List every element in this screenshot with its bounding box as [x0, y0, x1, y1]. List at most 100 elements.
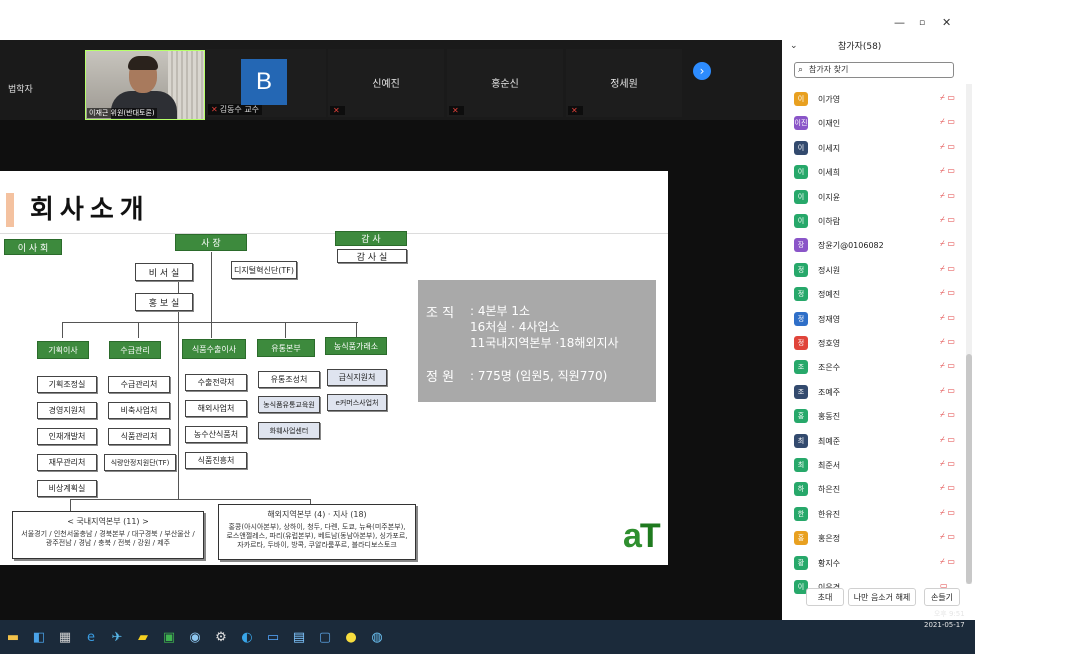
- raise-hand-button[interactable]: 손들기: [924, 588, 960, 606]
- edge-icon[interactable]: e: [82, 628, 100, 646]
- title-accent: [6, 193, 14, 227]
- kakaotalk-icon[interactable]: ●: [342, 628, 360, 646]
- participant-row[interactable]: 이 이가영 ⌿ ▭: [794, 90, 955, 112]
- mic-camera-muted-icon[interactable]: ⌿ ▭: [940, 142, 955, 152]
- video-tile-name: 신예진: [372, 79, 400, 90]
- participant-name: 이하람: [818, 217, 841, 226]
- avatar: 홍: [794, 531, 808, 546]
- org-line-3: 11국내지역본부 ·18해외지사: [470, 336, 619, 350]
- window-icon[interactable]: ▢: [316, 628, 334, 646]
- invite-button[interactable]: 초대: [806, 588, 844, 606]
- mic-camera-muted-icon[interactable]: ⌿ ▭: [940, 288, 955, 298]
- twitter-icon[interactable]: ✈: [108, 628, 126, 646]
- org-dept: 비축사업처: [108, 402, 170, 419]
- participant-row[interactable]: 정 정호영 ⌿ ▭: [794, 334, 955, 356]
- mic-camera-muted-icon[interactable]: ⌿ ▭: [940, 166, 955, 176]
- participant-row[interactable]: 조 조은수 ⌿ ▭: [794, 358, 955, 380]
- participant-row[interactable]: 하 하은진 ⌿ ▭: [794, 480, 955, 502]
- slide-title: 회사소개: [30, 195, 150, 225]
- participant-row[interactable]: 조 조예주 ⌿ ▭: [794, 383, 955, 405]
- participant-row[interactable]: 정 정시원 ⌿ ▭: [794, 261, 955, 283]
- participant-row[interactable]: 이 이하람 ⌿ ▭: [794, 212, 955, 234]
- video-tile-speaker[interactable]: 이재근 위원(반대토론): [85, 50, 205, 120]
- restore-icon[interactable]: ▫: [919, 18, 925, 28]
- video-tile-name: 정세원: [610, 79, 638, 90]
- hdd-icon[interactable]: ◉: [186, 628, 204, 646]
- mic-camera-muted-icon[interactable]: ⌿ ▭: [940, 557, 955, 567]
- video-tile-3[interactable]: 신예진 ✕: [328, 49, 444, 117]
- title-divider: [0, 233, 668, 234]
- participant-row[interactable]: 이진 이재인 ⌿ ▭: [794, 114, 955, 136]
- shared-slide: 회사소개 이 사 회 사 장 감 사 감 사 실 비 서 실 디지털혁신단(TF…: [0, 171, 668, 565]
- unmute-self-button[interactable]: 나만 음소거 해제: [848, 588, 916, 606]
- participant-name: 하은진: [818, 485, 841, 495]
- org-dept: 재무관리처: [37, 454, 97, 471]
- org-line-2: 16처실 · 4사업소: [470, 320, 560, 334]
- video-tile-5[interactable]: 정세원 ✕: [566, 49, 682, 117]
- folder-icon[interactable]: ▬: [4, 628, 22, 646]
- staff-label: 정 원: [426, 370, 455, 385]
- avatar: 정: [794, 336, 808, 350]
- overseas-title: 해외지역본부 (4) · 지사 (18): [267, 510, 367, 519]
- participant-row[interactable]: 최 최준서 ⌿ ▭: [794, 456, 955, 478]
- search-icon: ⌕: [798, 65, 804, 75]
- mic-camera-muted-icon[interactable]: ⌿ ▭: [940, 361, 955, 371]
- settings-gear-icon[interactable]: ⚙: [212, 628, 230, 646]
- participant-row[interactable]: 정 정예진 ⌿ ▭: [794, 285, 955, 307]
- scrollbar[interactable]: [966, 84, 972, 584]
- video-app-icon[interactable]: ▤: [290, 628, 308, 646]
- org-line: [70, 499, 71, 511]
- breakout-label: 법학자: [8, 85, 33, 95]
- search-input[interactable]: ⌕ 참가자 찾기: [794, 62, 954, 78]
- mic-camera-muted-icon[interactable]: ⌿ ▭: [940, 532, 955, 542]
- mic-camera-muted-icon[interactable]: ⌿ ▭: [940, 239, 955, 249]
- org-division: 수급관리: [109, 341, 161, 359]
- participant-name: 홍은정: [818, 534, 841, 544]
- mic-camera-muted-icon[interactable]: ⌿ ▭: [940, 508, 955, 518]
- participant-row[interactable]: 장 장윤기@0106082 ⌿ ▭: [794, 236, 955, 258]
- browser-icon[interactable]: ◐: [238, 628, 256, 646]
- mic-camera-muted-icon[interactable]: ⌿ ▭: [940, 215, 955, 225]
- close-icon[interactable]: ✕: [942, 16, 951, 29]
- mic-camera-muted-icon[interactable]: ⌿ ▭: [940, 191, 955, 201]
- participant-row[interactable]: 한 한유진 ⌿ ▭: [794, 505, 955, 527]
- mic-camera-muted-icon[interactable]: ⌿ ▭: [940, 435, 955, 445]
- store-icon[interactable]: ◧: [30, 628, 48, 646]
- mic-camera-muted-icon[interactable]: ⌿ ▭: [940, 337, 955, 347]
- calculator-icon[interactable]: ▦: [56, 628, 74, 646]
- mic-camera-muted-icon[interactable]: ⌿ ▭: [940, 313, 955, 323]
- org-division: 기획이사: [37, 341, 89, 359]
- mic-camera-muted-icon[interactable]: ⌿ ▭: [940, 459, 955, 469]
- participant-name: 한유진: [818, 509, 841, 519]
- participant-row[interactable]: 홍 홍은정 ⌿ ▭: [794, 529, 955, 551]
- photo-icon[interactable]: ▣: [160, 628, 178, 646]
- participant-row[interactable]: 홍 홍동진 ⌿ ▭: [794, 407, 955, 429]
- org-line-1: : 4본부 1소: [470, 304, 531, 318]
- participant-row[interactable]: 이 이세지 ⌿ ▭: [794, 139, 955, 161]
- participant-row[interactable]: 이 이세희 ⌿ ▭: [794, 163, 955, 185]
- mic-camera-muted-icon[interactable]: ⌿ ▭: [940, 483, 955, 493]
- chat-icon[interactable]: ◍: [368, 628, 386, 646]
- mic-camera-muted-icon[interactable]: ⌿ ▭: [940, 264, 955, 274]
- next-page-button[interactable]: ›: [693, 62, 711, 80]
- scrollbar-thumb[interactable]: [966, 354, 972, 584]
- participant-row[interactable]: 황 황지수 ⌿ ▭: [794, 554, 955, 576]
- mic-camera-muted-icon[interactable]: ⌿ ▭: [940, 386, 955, 396]
- mic-camera-muted-icon[interactable]: ⌿ ▭: [940, 93, 955, 103]
- org-audit: 감 사: [335, 231, 407, 246]
- notes-icon[interactable]: ▰: [134, 628, 152, 646]
- minimize-icon[interactable]: —: [894, 16, 905, 29]
- participant-row[interactable]: 최 최예준 ⌿ ▭: [794, 432, 955, 454]
- mic-camera-muted-icon[interactable]: ⌿ ▭: [940, 117, 955, 127]
- clock-date: 2021-05-17: [924, 621, 965, 629]
- participant-row[interactable]: 정 정재영 ⌿ ▭: [794, 310, 955, 332]
- avatar: B: [241, 59, 287, 105]
- mic-camera-muted-icon[interactable]: ⌿ ▭: [940, 410, 955, 420]
- org-board: 이 사 회: [4, 239, 62, 255]
- participant-row[interactable]: 이 이지윤 ⌿ ▭: [794, 188, 955, 210]
- chevron-down-icon[interactable]: ⌄: [790, 41, 798, 51]
- mic-muted-icon: ✕: [568, 106, 583, 115]
- video-tile-4[interactable]: 홍순신 ✕: [447, 49, 563, 117]
- zoom-icon[interactable]: ▭: [264, 628, 282, 646]
- avatar: 홍: [794, 409, 808, 424]
